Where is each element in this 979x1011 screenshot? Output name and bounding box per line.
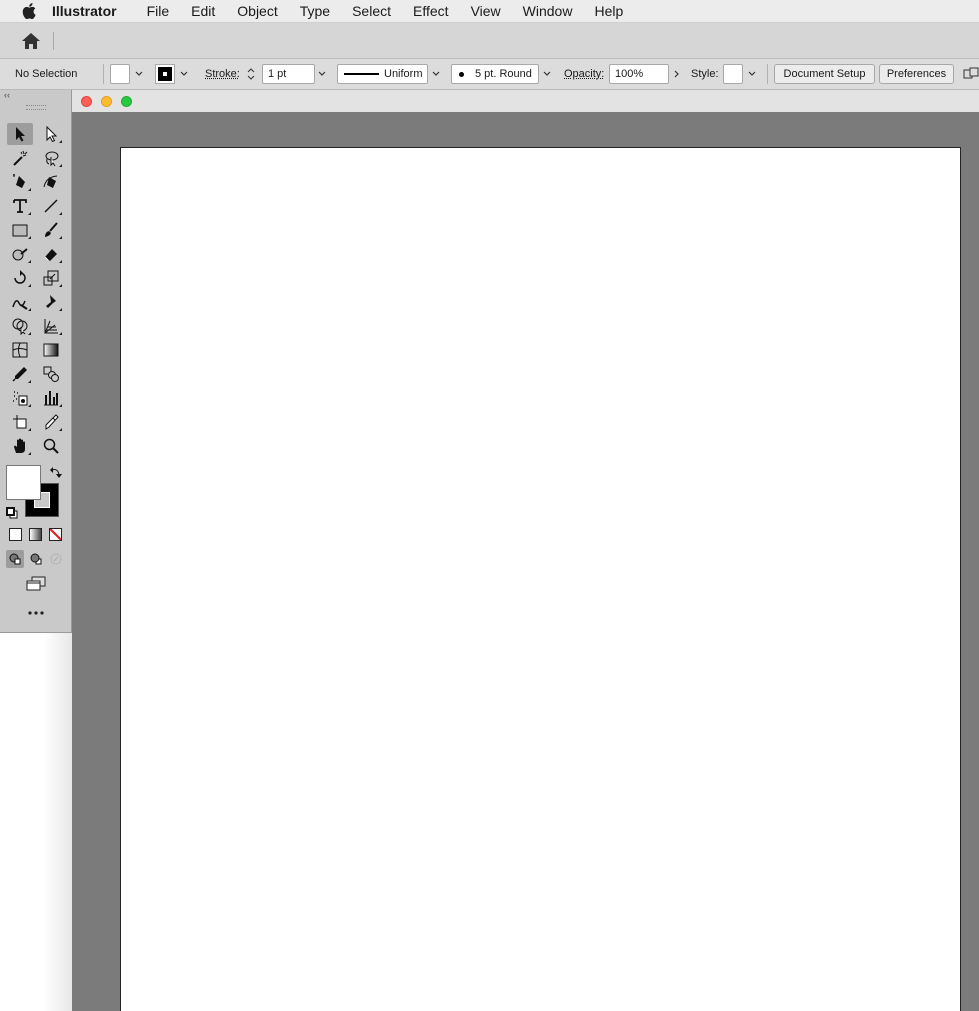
artboard-tool-icon[interactable] <box>7 411 33 433</box>
brush-dropdown[interactable] <box>539 64 555 84</box>
chevron-right-icon <box>674 70 679 78</box>
default-fill-stroke-icon[interactable] <box>6 506 18 519</box>
puppet-warp-tool-icon[interactable] <box>38 291 64 313</box>
profile-label: Uniform <box>384 68 423 80</box>
stroke-label[interactable]: Stroke: <box>205 64 240 84</box>
style-dropdown[interactable] <box>744 64 760 84</box>
rotate-tool-icon[interactable] <box>7 267 33 289</box>
color-mode-icon[interactable] <box>9 528 22 541</box>
draw-behind-icon[interactable] <box>27 550 45 568</box>
stroke-dropdown[interactable] <box>176 64 192 84</box>
menu-select[interactable]: Select <box>352 3 391 19</box>
menu-object[interactable]: Object <box>237 3 277 19</box>
stroke-weight-dropdown[interactable] <box>314 64 330 84</box>
selection-tool-icon[interactable] <box>7 123 33 145</box>
menu-help[interactable]: Help <box>594 3 623 19</box>
application-bar <box>0 23 979 59</box>
tools-panel: ‹‹ <box>0 90 72 633</box>
menu-view[interactable]: View <box>471 3 501 19</box>
gradient-mode-icon[interactable] <box>29 528 42 541</box>
edit-toolbar-icon[interactable] <box>24 606 48 620</box>
close-window-button[interactable] <box>81 96 92 107</box>
hand-tool-icon[interactable] <box>7 435 33 457</box>
chevron-down-icon <box>748 71 756 76</box>
fill-color-swatch[interactable] <box>6 465 41 500</box>
variable-width-profile[interactable]: Uniform <box>337 64 428 84</box>
rectangle-tool-icon[interactable] <box>7 219 33 241</box>
minimize-window-button[interactable] <box>101 96 112 107</box>
selection-status: No Selection <box>15 68 78 80</box>
curvature-tool-icon[interactable] <box>38 171 64 193</box>
document-window-titlebar <box>72 90 979 113</box>
eyedropper-tool-icon[interactable] <box>7 363 33 385</box>
panel-shadow <box>0 632 72 1011</box>
artboard[interactable] <box>120 147 961 1011</box>
draw-normal-icon[interactable] <box>6 550 24 568</box>
change-screen-mode-icon[interactable] <box>24 575 48 593</box>
slice-tool-icon[interactable] <box>38 411 64 433</box>
control-bar: No Selection Stroke: 1 pt Uniform 5 pt. … <box>0 59 979 90</box>
apple-icon[interactable] <box>20 3 38 19</box>
fill-swatch[interactable] <box>110 64 130 84</box>
lasso-tool-icon[interactable] <box>38 147 64 169</box>
paintbrush-tool-icon[interactable] <box>38 219 64 241</box>
column-graph-tool-icon[interactable] <box>38 387 64 409</box>
opacity-label[interactable]: Opacity: <box>564 64 604 84</box>
profile-dropdown[interactable] <box>428 64 444 84</box>
arrange-documents-icon[interactable] <box>962 64 979 84</box>
line-segment-tool-icon[interactable] <box>38 195 64 217</box>
scale-tool-icon[interactable] <box>38 267 64 289</box>
draw-inside-icon[interactable] <box>47 550 65 568</box>
eraser-tool-icon[interactable] <box>38 243 64 265</box>
chevron-down-icon <box>432 71 440 76</box>
opacity-input[interactable]: 100% <box>609 64 669 84</box>
menu-edit[interactable]: Edit <box>191 3 215 19</box>
zoom-window-button[interactable] <box>121 96 132 107</box>
home-icon[interactable] <box>19 31 43 51</box>
symbol-sprayer-tool-icon[interactable] <box>7 387 33 409</box>
swap-fill-stroke-icon[interactable] <box>50 465 62 478</box>
collapse-panel-icon[interactable]: ‹‹ <box>4 90 10 100</box>
pen-tool-icon[interactable] <box>7 171 33 193</box>
menu-bar: Illustrator File Edit Object Type Select… <box>0 0 979 23</box>
menu-file[interactable]: File <box>147 3 170 19</box>
blend-tool-icon[interactable] <box>38 363 64 385</box>
zoom-tool-icon[interactable] <box>38 435 64 457</box>
stroke-swatch[interactable] <box>155 64 175 84</box>
app-name-menu[interactable]: Illustrator <box>52 3 117 19</box>
brush-label: 5 pt. Round <box>475 68 532 80</box>
type-tool-icon[interactable] <box>7 195 33 217</box>
style-label: Style: <box>691 68 719 80</box>
shaper-tool-icon[interactable] <box>7 243 33 265</box>
chevron-down-icon <box>543 71 551 76</box>
document-setup-button[interactable]: Document Setup <box>774 64 875 84</box>
uniform-line-icon <box>344 73 379 75</box>
menu-window[interactable]: Window <box>523 3 573 19</box>
divider <box>767 64 768 84</box>
shape-builder-tool-icon[interactable] <box>7 315 33 337</box>
opacity-expand-button[interactable] <box>668 64 686 84</box>
none-mode-icon[interactable] <box>49 528 62 541</box>
chevron-down-icon <box>318 71 326 76</box>
chevron-down-icon <box>180 71 188 76</box>
brush-definition[interactable]: 5 pt. Round <box>451 64 539 84</box>
perspective-grid-tool-icon[interactable] <box>38 315 64 337</box>
magic-wand-tool-icon[interactable] <box>7 147 33 169</box>
panel-grip[interactable] <box>26 105 46 110</box>
direct-selection-tool-icon[interactable] <box>38 123 64 145</box>
divider <box>103 64 104 84</box>
fill-dropdown[interactable] <box>131 64 147 84</box>
warp-tool-icon[interactable] <box>7 291 33 313</box>
stroke-weight-input[interactable]: 1 pt <box>262 64 315 84</box>
menu-type[interactable]: Type <box>300 3 330 19</box>
chevron-down-icon <box>135 71 143 76</box>
gradient-tool-icon[interactable] <box>38 339 64 361</box>
round-brush-icon <box>459 71 464 77</box>
stroke-weight-stepper[interactable] <box>245 64 261 84</box>
mesh-tool-icon[interactable] <box>7 339 33 361</box>
preferences-button[interactable]: Preferences <box>879 64 954 84</box>
menu-effect[interactable]: Effect <box>413 3 449 19</box>
graphic-style-swatch[interactable] <box>723 64 743 84</box>
divider <box>53 32 54 50</box>
